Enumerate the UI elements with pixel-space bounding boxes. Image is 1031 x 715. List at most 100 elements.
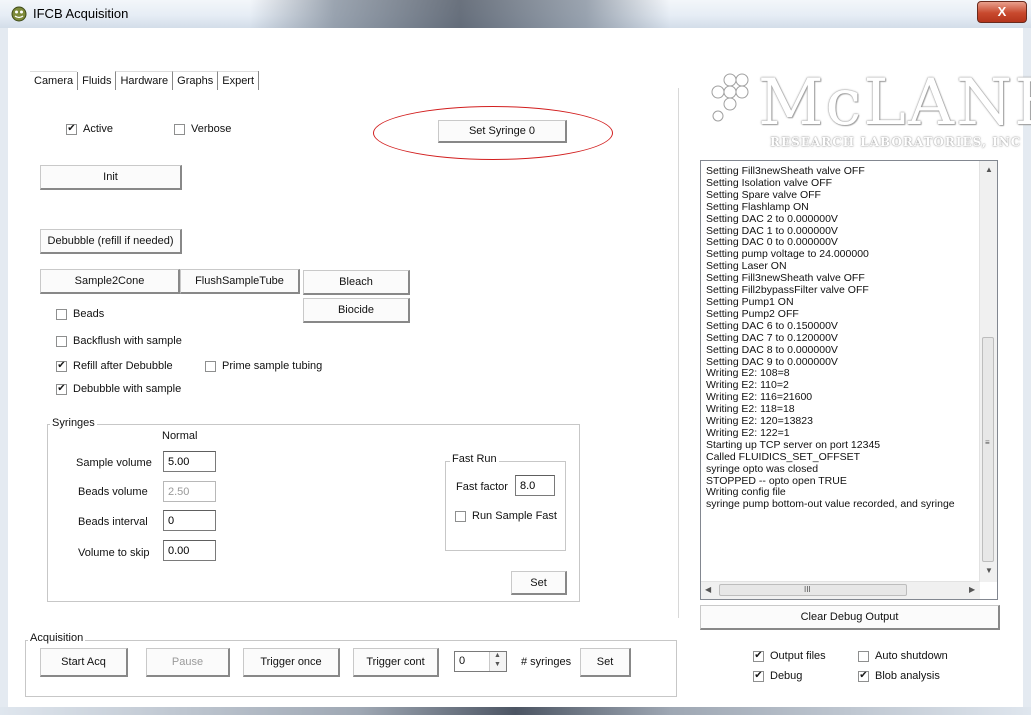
active-checkbox-box: ✔ <box>66 123 77 135</box>
mclane-logo-icon <box>704 72 756 134</box>
beads-volume-input[interactable] <box>163 481 216 502</box>
debug-log-line: Setting DAC 8 to 0.000000V <box>706 343 838 356</box>
bleach-button[interactable]: Bleach <box>303 270 410 295</box>
sample-volume-label: Sample volume <box>76 457 152 469</box>
run-sample-fast-box <box>455 510 466 522</box>
scroll-up-icon[interactable]: ▲ <box>985 165 993 174</box>
auto-shutdown-box <box>858 650 869 662</box>
run-sample-fast-checkbox[interactable]: Run Sample Fast <box>455 510 557 522</box>
beads-checkbox-box <box>56 308 67 320</box>
auto-shutdown-checkbox[interactable]: Auto shutdown <box>858 650 948 662</box>
backflush-checkbox-box <box>56 335 67 347</box>
blob-analysis-box: ✔ <box>858 670 869 682</box>
debug-log-line: syringe pump bottom-out value recorded, … <box>706 498 955 511</box>
debubble-with-sample-label: Debubble with sample <box>73 383 182 395</box>
output-files-box: ✔ <box>753 650 764 662</box>
debug-log-line: Setting DAC 6 to 0.150000V <box>706 319 838 332</box>
highlight-annotation-ellipse <box>373 106 613 160</box>
sample-volume-input[interactable] <box>163 451 216 472</box>
backflush-label: Backflush with sample <box>73 335 182 347</box>
syringes-group-label: Syringes <box>50 417 97 429</box>
spin-down-icon[interactable]: ▼ <box>494 661 501 668</box>
mclane-logo-text: McLANE <box>758 66 1031 140</box>
title-bar-decoration <box>250 0 670 28</box>
debubble-with-sample-checkbox[interactable]: ✔ Debubble with sample <box>56 383 181 395</box>
auto-shutdown-label: Auto shutdown <box>875 650 948 662</box>
active-label: Active <box>83 123 113 135</box>
backflush-checkbox[interactable]: Backflush with sample <box>56 335 182 347</box>
scroll-left-icon[interactable]: ◀ <box>705 585 711 594</box>
beads-label: Beads <box>73 308 105 320</box>
biocide-button[interactable]: Biocide <box>303 298 410 323</box>
fast-run-group-label: Fast Run <box>450 453 499 465</box>
scroll-grip-icon: ≡ <box>985 438 990 447</box>
debug-log-line: Setting Flashlamp ON <box>706 200 809 213</box>
tab-camera[interactable]: Camera <box>30 71 78 90</box>
scroll-hgrip-icon: III <box>804 585 811 594</box>
close-window-button[interactable]: X <box>977 1 1027 23</box>
volume-to-skip-input[interactable] <box>163 540 216 561</box>
output-files-label: Output files <box>770 650 826 662</box>
beads-interval-input[interactable] <box>163 510 216 531</box>
pause-button[interactable]: Pause <box>146 648 230 677</box>
refill-after-debubble-checkbox[interactable]: ✔ Refill after Debubble <box>56 360 173 372</box>
prime-sample-tubing-label: Prime sample tubing <box>222 360 323 372</box>
debug-log-line: Called FLUIDICS_SET_OFFSET <box>706 450 861 463</box>
debug-log-vertical-scrollbar[interactable]: ▲ ≡ ▼ <box>979 161 997 582</box>
debug-checkbox[interactable]: ✔ Debug <box>753 670 802 682</box>
syringe-count-spinner[interactable]: 0 ▲ ▼ <box>454 651 507 672</box>
debug-log-line: Setting DAC 7 to 0.120000V <box>706 331 838 344</box>
output-files-checkbox[interactable]: ✔ Output files <box>753 650 826 662</box>
debug-log-line: syringe opto was closed <box>706 462 819 475</box>
beads-checkbox[interactable]: Beads <box>56 308 104 320</box>
tab-hardware[interactable]: Hardware <box>115 71 173 90</box>
debug-box: ✔ <box>753 670 764 682</box>
acquisition-group-label: Acquisition <box>28 632 86 644</box>
prime-sample-tubing-box <box>205 360 216 372</box>
window-title: IFCB Acquisition <box>33 6 129 21</box>
flush-sample-tube-button[interactable]: FlushSampleTube <box>180 269 300 294</box>
normal-label: Normal <box>162 430 198 442</box>
close-icon: X <box>997 4 1007 19</box>
beads-volume-label: Beads volume <box>78 486 148 498</box>
sample2cone-button[interactable]: Sample2Cone <box>40 269 180 294</box>
debubble-button[interactable]: Debubble (refill if needed) <box>40 229 182 254</box>
debug-log-horizontal-scrollbar[interactable]: ◀ III ▶ <box>701 581 980 599</box>
prime-sample-tubing-checkbox[interactable]: Prime sample tubing <box>205 360 322 372</box>
horizontal-scroll-thumb[interactable]: III <box>719 584 907 596</box>
mclane-logo-subtitle: RESEARCH LABORATORIES, INC <box>770 135 1022 149</box>
refill-after-debubble-box: ✔ <box>56 360 67 372</box>
window-frame-bottom <box>0 707 1031 715</box>
fast-factor-label: Fast factor <box>456 481 508 493</box>
scroll-down-icon[interactable]: ▼ <box>985 566 993 575</box>
panel-divider <box>678 88 679 618</box>
trigger-cont-button[interactable]: Trigger cont <box>353 648 439 677</box>
spin-up-icon[interactable]: ▲ <box>494 652 501 659</box>
refill-after-debubble-label: Refill after Debubble <box>73 360 173 372</box>
blob-analysis-checkbox[interactable]: ✔ Blob analysis <box>858 670 940 682</box>
volume-to-skip-label: Volume to skip <box>78 547 150 559</box>
init-button[interactable]: Init <box>40 165 182 190</box>
tab-fluids[interactable]: Fluids <box>77 72 115 90</box>
scroll-right-icon[interactable]: ▶ <box>969 585 975 594</box>
tab-expert[interactable]: Expert <box>217 71 259 90</box>
blob-analysis-label: Blob analysis <box>875 670 940 682</box>
debug-log-line: Setting Pump2 OFF <box>706 307 799 320</box>
tab-graphs[interactable]: Graphs <box>172 71 218 90</box>
active-checkbox[interactable]: ✔ Active <box>66 123 113 135</box>
syringe-count-value: 0 <box>459 655 466 667</box>
tab-strip: Camera Fluids Hardware Graphs Expert <box>30 70 260 90</box>
verbose-checkbox-box <box>174 123 185 135</box>
syringes-set-button[interactable]: Set <box>511 571 567 595</box>
debug-log-list[interactable]: Setting Fill3newSheath valve OFF Setting … <box>700 160 998 600</box>
syringes-count-label: # syringes <box>521 656 572 668</box>
fast-factor-input[interactable] <box>515 475 555 496</box>
verbose-checkbox[interactable]: Verbose <box>174 123 231 135</box>
spinner-buttons[interactable]: ▲ ▼ <box>489 652 506 671</box>
clear-debug-output-button[interactable]: Clear Debug Output <box>700 605 1000 630</box>
trigger-once-button[interactable]: Trigger once <box>243 648 340 677</box>
ifcb-app-icon <box>11 6 27 22</box>
start-acq-button[interactable]: Start Acq <box>40 648 128 677</box>
vertical-scroll-thumb[interactable]: ≡ <box>982 337 994 562</box>
acquisition-set-button[interactable]: Set <box>580 648 631 677</box>
